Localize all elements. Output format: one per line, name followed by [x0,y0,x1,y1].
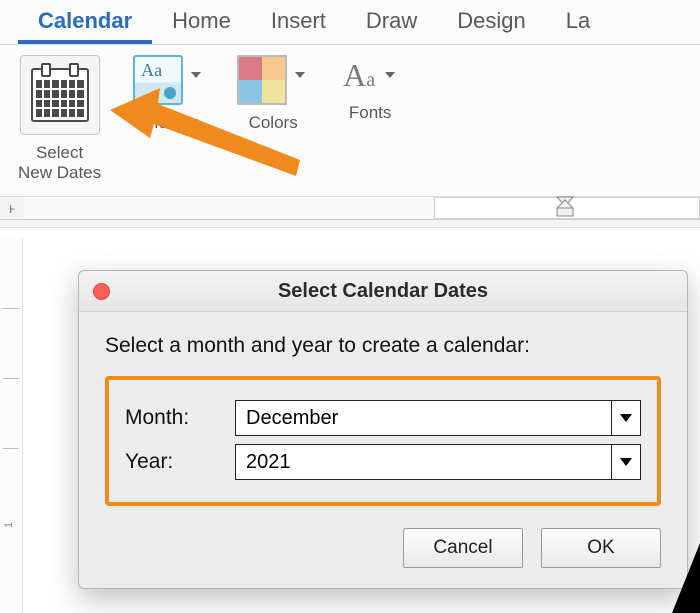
colors-label: Colors [249,113,298,133]
tab-calendar[interactable]: Calendar [18,0,152,44]
colors-dropdown[interactable] [291,55,309,79]
fonts-label: Fonts [349,103,392,123]
ok-button[interactable]: OK [541,528,661,568]
themes-label: Themes [138,113,199,133]
year-combobox[interactable] [235,444,641,480]
colors-icon[interactable] [237,55,287,105]
ribbon-toolbar: Select New Dates Themes Colors Aa [0,45,700,197]
cropped-corner-artifact [672,543,700,613]
triangle-down-icon [619,413,633,423]
tab-draw[interactable]: Draw [346,0,437,44]
calendar-grid-icon [31,68,89,122]
chevron-down-icon [190,71,202,79]
triangle-down-icon [619,457,633,467]
group-fonts: Aa Fonts [341,55,399,182]
year-row: Year: [125,444,641,480]
group-select-new-dates: Select New Dates [18,55,101,182]
dialog-title: Select Calendar Dates [79,280,687,303]
dialog-button-row: Cancel OK [105,528,661,568]
margin-marker-icon[interactable] [556,194,574,222]
tab-layout-partial[interactable]: La [546,0,610,44]
tab-design[interactable]: Design [437,0,545,44]
dialog-instruction: Select a month and year to create a cale… [105,334,661,358]
month-row: Month: [125,400,641,436]
year-input[interactable] [236,445,611,479]
close-window-icon[interactable] [93,283,110,300]
select-new-dates-label: Select New Dates [18,143,101,182]
themes-icon[interactable] [133,55,183,105]
cancel-button[interactable]: Cancel [403,528,523,568]
chevron-down-icon [384,71,396,79]
chevron-down-icon [294,71,306,79]
tab-home[interactable]: Home [152,0,251,44]
tab-selector-icon[interactable]: ⱶ [0,197,25,220]
horizontal-ruler[interactable] [24,197,700,220]
dialog-body: Select a month and year to create a cale… [79,312,687,588]
month-label: Month: [125,406,235,430]
year-dropdown-button[interactable] [611,445,640,479]
horizontal-ruler-area: ⱶ [0,197,700,228]
dialog-titlebar[interactable]: Select Calendar Dates [79,271,687,312]
tab-insert[interactable]: Insert [251,0,346,44]
month-dropdown-button[interactable] [611,401,640,435]
ribbon-tabs: Calendar Home Insert Draw Design La [0,0,700,45]
select-calendar-dates-dialog: Select Calendar Dates Select a month and… [78,270,688,589]
select-new-dates-button[interactable] [20,55,100,135]
month-combobox[interactable] [235,400,641,436]
group-colors: Colors [237,55,309,182]
ruler-tick-label: 1 [3,522,15,528]
group-themes: Themes [133,55,205,182]
year-label: Year: [125,450,235,474]
fonts-dropdown[interactable] [381,55,399,79]
month-input[interactable] [236,401,611,435]
vertical-ruler[interactable]: 1 [0,238,23,613]
fonts-icon[interactable]: Aa [341,55,377,95]
app-frame: Calendar Home Insert Draw Design La Sele… [0,0,700,613]
themes-dropdown[interactable] [187,55,205,79]
highlighted-fields-box: Month: Year: [105,376,661,506]
